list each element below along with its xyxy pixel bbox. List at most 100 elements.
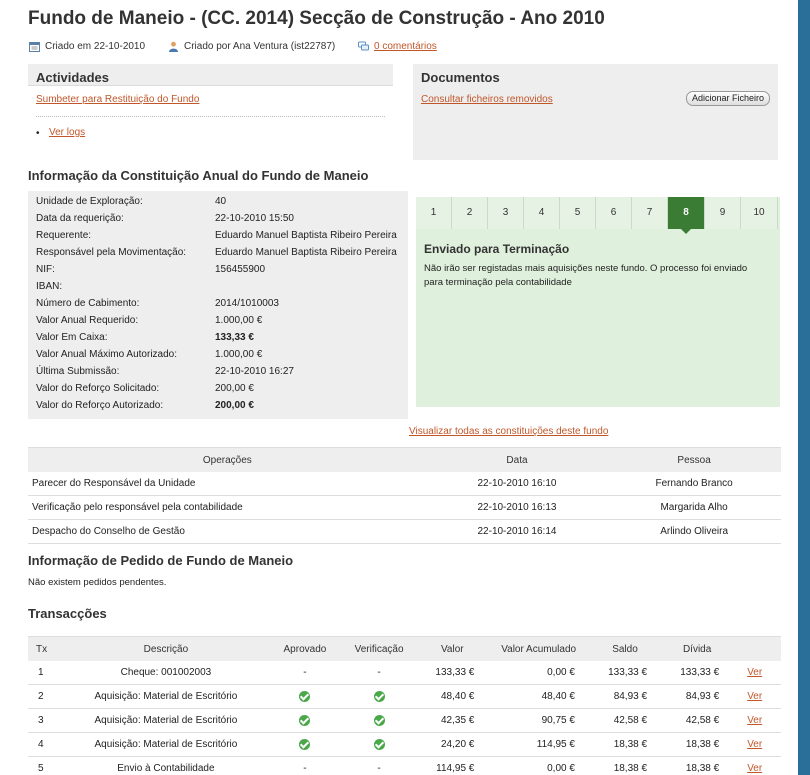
info-label: Valor Anual Máximo Autorizado: — [36, 349, 178, 360]
tx-debt: 42,58 € — [661, 708, 734, 733]
check-icon — [299, 714, 311, 726]
tx-approved: - — [267, 661, 342, 685]
status-text-line1: Não irão ser registadas mais aquisições … — [424, 263, 748, 274]
status-title: Enviado para Terminação — [424, 242, 570, 256]
info-value: 200,00 € — [215, 383, 254, 394]
info-value: Eduardo Manuel Baptista Ribeiro Pereira — [215, 247, 397, 258]
tx-description: Aquisição: Material de Escritório — [63, 708, 268, 733]
tx-header-verification: Verificação — [341, 636, 417, 661]
info-value: 133,33 € — [215, 332, 254, 343]
tx-debt: 84,93 € — [661, 684, 734, 709]
activities-title: Actividades — [36, 70, 109, 85]
check-icon — [373, 690, 385, 702]
view-logs-link[interactable]: Ver logs — [49, 127, 85, 138]
operations-header-row: Operações Data Pessoa — [28, 447, 781, 472]
tx-header-tx: Tx — [28, 636, 64, 661]
page-title: Fundo de Maneio - (CC. 2014) Secção de C… — [28, 8, 605, 29]
tx-value: 24,20 € — [416, 732, 489, 757]
operation-person: Arlindo Oliveira — [607, 519, 781, 544]
step-5: 5 — [560, 197, 596, 229]
tx-approved-text: - — [303, 763, 307, 774]
tx-header-balance: Saldo — [588, 636, 662, 661]
view-transaction-link[interactable]: Ver — [747, 715, 762, 726]
operation-row: Parecer do Responsável da Unidade 22-10-2… — [28, 472, 781, 496]
tx-number: 1 — [28, 661, 64, 685]
tx-verified-text: - — [377, 763, 381, 774]
ops-header-date: Data — [426, 447, 608, 472]
tx-verified — [341, 708, 417, 733]
view-transaction-link[interactable]: Ver — [747, 763, 762, 774]
view-transaction-link[interactable]: Ver — [747, 667, 762, 678]
tx-header-debt: Dívida — [661, 636, 734, 661]
info-label: NIF: — [36, 264, 55, 275]
tx-number: 4 — [28, 732, 64, 757]
info-value: 22-10-2010 15:50 — [215, 213, 294, 224]
info-value: 1.000,00 € — [215, 315, 263, 326]
ops-header-operations: Operações — [28, 447, 427, 472]
status-panel: 1 2 3 4 5 6 7 8 9 10 Enviado para Terminação Não … — [416, 197, 780, 407]
user-icon — [169, 41, 178, 52]
info-label: Número de Cabimento: — [36, 298, 140, 309]
view-transaction-link[interactable]: Ver — [747, 691, 762, 702]
operation-person: Fernando Branco — [607, 472, 781, 496]
view-all-constitutions-link[interactable]: Visualizar todas as constituições deste … — [409, 426, 608, 437]
comments[interactable]: 0 comentários — [358, 41, 437, 52]
status-text-line2: para terminação pela contabilidade — [424, 277, 572, 288]
step-7: 7 — [632, 197, 668, 229]
tx-number: 5 — [28, 756, 64, 775]
calendar-icon — [29, 42, 40, 52]
tx-verified-text: - — [377, 667, 381, 678]
tx-approved: - — [267, 756, 342, 775]
info-label: Requerente: — [36, 230, 92, 241]
info-label: Valor do Reforço Solicitado: — [36, 383, 160, 394]
info-label: Última Submissão: — [36, 366, 120, 377]
bullet: • — [36, 128, 40, 139]
transactions-header-row: Tx Descrição Aprovado Verificação Valor Valor… — [28, 636, 781, 661]
tx-balance: 18,38 € — [588, 732, 662, 757]
info-label: Valor Anual Requerido: — [36, 315, 139, 326]
tx-description: Aquisição: Material de Escritório — [63, 732, 268, 757]
activities-panel: Actividades Sumbeter para Restituição do… — [28, 64, 393, 160]
operation-name: Verificação pelo responsável pela contab… — [28, 495, 427, 520]
comments-link[interactable]: 0 comentários — [374, 41, 437, 52]
tx-balance: 133,33 € — [588, 661, 662, 685]
tx-action: Ver — [733, 732, 781, 757]
add-file-button[interactable]: Adicionar Ficheiro — [686, 91, 770, 106]
tx-verified: - — [341, 661, 417, 685]
operation-date: 22-10-2010 16:13 — [426, 495, 608, 520]
tx-header-action — [733, 636, 781, 661]
transactions-title: Transacções — [28, 606, 107, 621]
tx-value: 42,35 € — [416, 708, 489, 733]
tx-verified — [341, 684, 417, 709]
submit-restitution-link[interactable]: Sumbeter para Restituição do Fundo — [36, 94, 199, 105]
tx-number: 2 — [28, 684, 64, 709]
info-value: 40 — [215, 196, 227, 207]
tx-value: 114,95 € — [416, 756, 489, 775]
step-6: 6 — [596, 197, 632, 229]
step-4: 4 — [524, 197, 560, 229]
step-10: 10 — [741, 197, 778, 229]
operation-row: Despacho do Conselho de Gestão 22-10-2010… — [28, 519, 781, 544]
created-by-text: Criado por Ana Ventura (ist22787) — [184, 41, 336, 52]
step-1: 1 — [416, 197, 452, 229]
tx-accumulated: 48,40 € — [488, 684, 589, 709]
tx-debt: 133,33 € — [661, 661, 734, 685]
step-2: 2 — [452, 197, 488, 229]
documents-panel: Documentos Consultar ficheiros removidos — [413, 64, 778, 160]
tx-number: 3 — [28, 708, 64, 733]
tx-approved — [267, 708, 342, 733]
step-3: 3 — [488, 197, 524, 229]
transaction-row: 5 Envio à Contabilidade - -114,95 €0,00 €18… — [28, 756, 781, 775]
view-transaction-link[interactable]: Ver — [747, 739, 762, 750]
tx-verified: - — [341, 756, 417, 775]
tx-action: Ver — [733, 708, 781, 733]
info-label: Responsável pela Movimentação: — [36, 247, 187, 258]
transactions-table: Tx Descrição Aprovado Verificação Valor Valor… — [28, 636, 781, 775]
transaction-row: 2 Aquisição: Material de Escritório 48,40 … — [28, 684, 781, 709]
removed-files-link[interactable]: Consultar ficheiros removidos — [421, 94, 553, 105]
created-date: Criado em 22-10-2010 — [29, 41, 145, 52]
step-8: 8 — [668, 197, 705, 234]
check-icon — [373, 738, 385, 750]
created-date-text: Criado em 22-10-2010 — [45, 41, 146, 52]
request-empty-text: Não existem pedidos pendentes. — [28, 577, 167, 588]
